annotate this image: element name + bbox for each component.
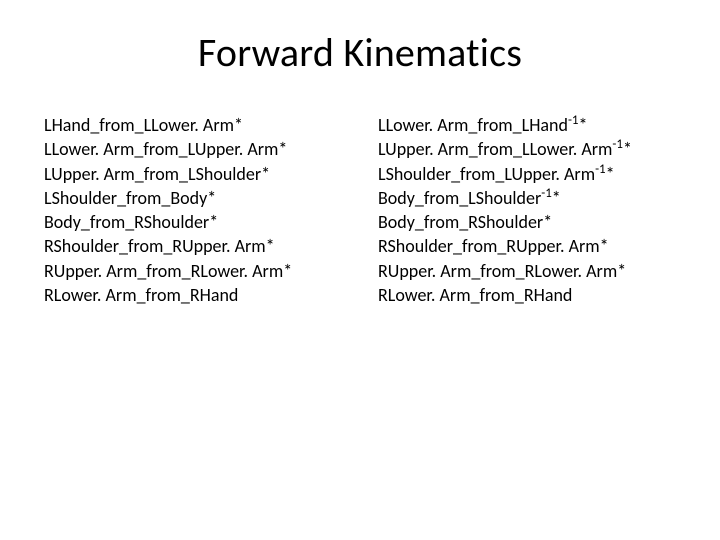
right-text: RLower. Arm_from_RHand — [378, 284, 572, 306]
left-row: LHand_from_LLower. Arm* — [44, 113, 342, 137]
right-superscript: -1 — [568, 113, 579, 128]
left-text: RUpper. Arm_from_RLower. Arm* — [44, 260, 292, 282]
right-text: LShoulder_from_LUpper. Arm — [378, 163, 595, 185]
right-row: RLower. Arm_from_RHand — [378, 283, 676, 307]
right-row: Body_from_RShoulder* — [378, 210, 676, 234]
right-row: LShoulder_from_LUpper. Arm-1* — [378, 162, 676, 186]
slide-title: Forward Kinematics — [44, 28, 676, 77]
left-row: LShoulder_from_Body* — [44, 186, 342, 210]
slide: Forward Kinematics LHand_from_LLower. Ar… — [0, 0, 720, 540]
right-row: LLower. Arm_from_LHand-1* — [378, 113, 676, 137]
left-text: LHand_from_LLower. Arm* — [44, 114, 243, 136]
left-row: LLower. Arm_from_LUpper. Arm* — [44, 137, 342, 161]
right-row: LUpper. Arm_from_LLower. Arm-1* — [378, 137, 676, 161]
right-text: LUpper. Arm_from_LLower. Arm — [378, 138, 612, 160]
right-superscript: -1 — [612, 137, 623, 152]
left-text: LShoulder_from_Body* — [44, 187, 216, 209]
left-text: LLower. Arm_from_LUpper. Arm* — [44, 138, 287, 160]
left-row: RShoulder_from_RUpper. Arm* — [44, 234, 342, 258]
right-tail: * — [606, 163, 615, 185]
left-text: Body_from_RShoulder* — [44, 211, 218, 233]
right-column: LLower. Arm_from_LHand-1*LUpper. Arm_fro… — [378, 113, 676, 307]
right-text: Body_from_LShoulder — [378, 187, 541, 209]
left-row: LUpper. Arm_from_LShoulder* — [44, 162, 342, 186]
left-text: LUpper. Arm_from_LShoulder* — [44, 163, 270, 185]
right-superscript: -1 — [595, 162, 606, 177]
left-row: RUpper. Arm_from_RLower. Arm* — [44, 259, 342, 283]
right-text: RUpper. Arm_from_RLower. Arm* — [378, 260, 626, 282]
left-text: RLower. Arm_from_RHand — [44, 284, 238, 306]
left-column: LHand_from_LLower. Arm*LLower. Arm_from_… — [44, 113, 342, 307]
right-row: Body_from_LShoulder-1* — [378, 186, 676, 210]
left-row: RLower. Arm_from_RHand — [44, 283, 342, 307]
right-tail: * — [579, 114, 588, 136]
right-row: RUpper. Arm_from_RLower. Arm* — [378, 259, 676, 283]
right-superscript: -1 — [541, 186, 552, 201]
right-row: RShoulder_from_RUpper. Arm* — [378, 234, 676, 258]
right-text: LLower. Arm_from_LHand — [378, 114, 568, 136]
right-tail: * — [623, 138, 632, 160]
right-text: Body_from_RShoulder* — [378, 211, 552, 233]
left-row: Body_from_RShoulder* — [44, 210, 342, 234]
content-columns: LHand_from_LLower. Arm*LLower. Arm_from_… — [44, 113, 676, 307]
left-text: RShoulder_from_RUpper. Arm* — [44, 235, 275, 257]
right-tail: * — [552, 187, 561, 209]
right-text: RShoulder_from_RUpper. Arm* — [378, 235, 609, 257]
